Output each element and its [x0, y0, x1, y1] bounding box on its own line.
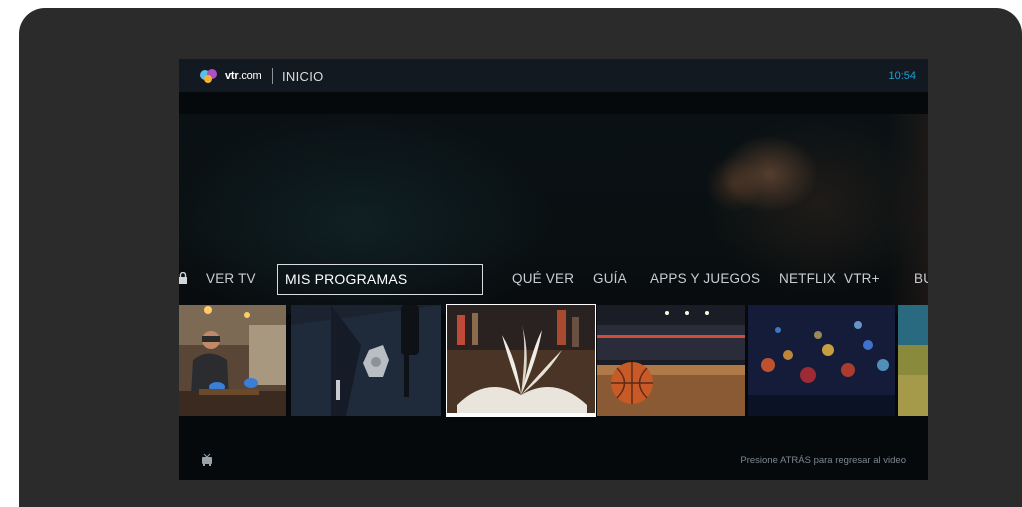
vtr-logo-mark-icon — [200, 69, 217, 83]
menu-item-ver-tv[interactable]: VER TV — [206, 271, 256, 286]
menu-item-vtr-plus[interactable]: VTR+ — [844, 271, 880, 286]
city-lights-thumbnail[interactable] — [748, 305, 895, 416]
menu-item-buscar[interactable]: BU — [914, 271, 928, 286]
chef-thumbnail[interactable] — [179, 305, 286, 416]
police-officer-thumbnail[interactable] — [291, 305, 441, 416]
tv-bezel: vtr.com INICIO 10:54 VER TV MIS PROGRAMA… — [19, 8, 1022, 507]
clock: 10:54 — [888, 70, 916, 82]
field-thumbnail[interactable] — [898, 305, 928, 416]
vtr-logo: vtr.com — [199, 68, 262, 84]
open-book-thumbnail[interactable] — [446, 304, 596, 417]
menu-item-mis-programas[interactable]: MIS PROGRAMAS — [277, 264, 483, 295]
menu-item-apps-y-juegos[interactable]: APPS Y JUEGOS — [650, 271, 760, 286]
top-bar: vtr.com INICIO 10:54 — [179, 59, 928, 92]
header-separator — [272, 68, 273, 84]
logo-text: vtr.com — [225, 70, 262, 82]
lock-icon — [179, 272, 187, 284]
tv-icon — [202, 453, 212, 466]
content-carousel — [179, 304, 928, 417]
menu-item-guia[interactable]: GUÍA — [593, 271, 627, 286]
main-menu: VER TV MIS PROGRAMAS QUÉ VER GUÍA APPS Y… — [179, 262, 928, 297]
tv-screen: vtr.com INICIO 10:54 VER TV MIS PROGRAMA… — [179, 59, 928, 480]
menu-item-que-ver[interactable]: QUÉ VER — [512, 271, 574, 286]
menu-item-netflix[interactable]: NETFLIX — [779, 271, 836, 286]
page-title: INICIO — [282, 68, 324, 84]
basketball-thumbnail[interactable] — [597, 305, 745, 416]
back-hint: Presione ATRÁS para regresar al video — [740, 455, 906, 466]
